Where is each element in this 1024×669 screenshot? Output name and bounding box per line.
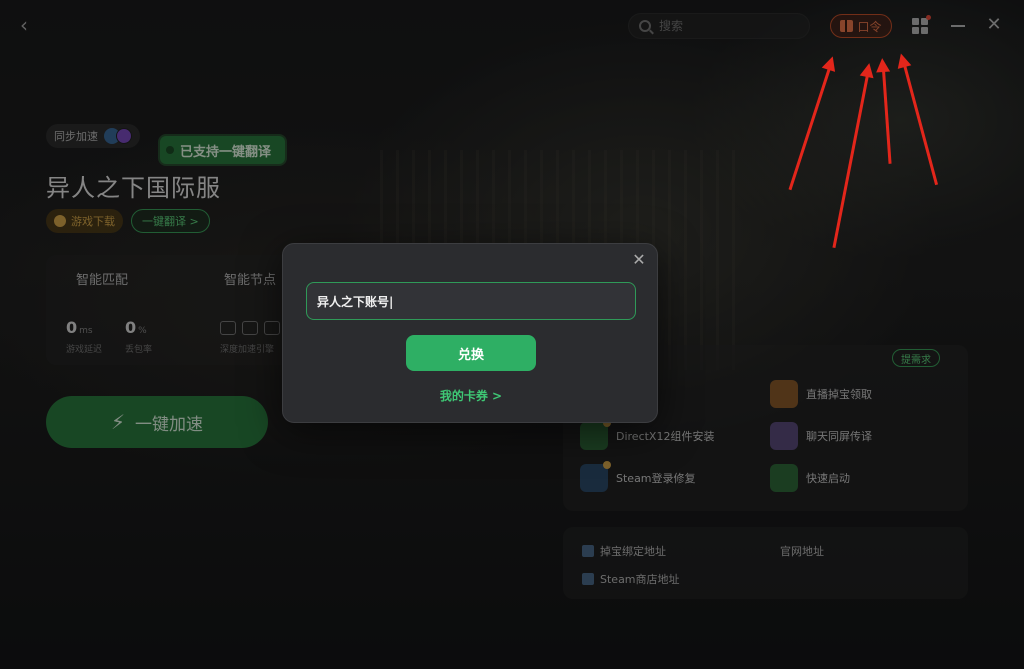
close-icon[interactable]: ✕ bbox=[631, 252, 647, 268]
redeem-button[interactable]: 兑换 bbox=[406, 335, 536, 371]
my-coupons-link[interactable]: 我的卡券 > bbox=[283, 387, 659, 404]
code-input[interactable] bbox=[306, 282, 636, 320]
redeem-dialog: ✕ 兑换 我的卡券 > bbox=[282, 243, 658, 423]
redeem-label: 兑换 bbox=[457, 347, 484, 363]
